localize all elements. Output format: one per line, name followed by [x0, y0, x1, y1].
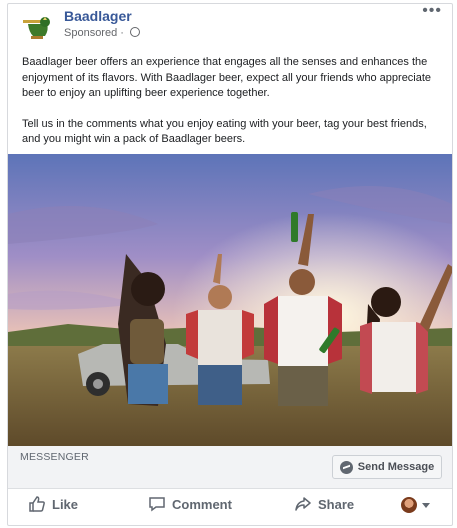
- messenger-icon: [339, 460, 353, 474]
- globe-icon: [129, 27, 140, 37]
- post-paragraph-2: Tell us in the comments what you enjoy e…: [22, 117, 427, 146]
- post-text: Baadlager beer offers an experience that…: [22, 55, 432, 163]
- chevron-down-icon: [422, 502, 430, 508]
- post-paragraph-1: Baadlager beer offers an experience that…: [22, 56, 432, 99]
- share-button[interactable]: Share: [294, 495, 354, 513]
- page-name-link[interactable]: Baadlager: [64, 8, 132, 24]
- user-avatar: [401, 497, 417, 513]
- messenger-bar: MESSENGER Send Message: [8, 446, 452, 489]
- send-message-button[interactable]: Send Message: [332, 455, 442, 479]
- post-image[interactable]: [8, 154, 452, 446]
- page-avatar[interactable]: [19, 12, 55, 46]
- reaction-selector[interactable]: [401, 497, 430, 513]
- speech-bubble-icon: [148, 495, 166, 513]
- comment-label: Comment: [172, 496, 232, 512]
- post-header: Baadlager Sponsored · •••: [8, 4, 452, 54]
- post-actions-bar: Like Comment Share: [8, 489, 452, 523]
- like-button[interactable]: Like: [28, 495, 78, 513]
- share-arrow-icon: [294, 495, 312, 513]
- sponsored-label[interactable]: Sponsored ·: [64, 27, 140, 39]
- more-options-button[interactable]: •••: [422, 4, 442, 20]
- like-label: Like: [52, 496, 79, 512]
- send-message-label: Send Message: [357, 461, 435, 473]
- comment-button[interactable]: Comment: [148, 495, 232, 513]
- share-label: Share: [318, 496, 355, 512]
- sponsored-post-card: Baadlager Sponsored · ••• Baadlager beer…: [7, 3, 453, 526]
- messenger-label: MESSENGER: [20, 451, 89, 463]
- thumbs-up-icon: [28, 495, 46, 513]
- sponsored-text: Sponsored ·: [64, 27, 127, 39]
